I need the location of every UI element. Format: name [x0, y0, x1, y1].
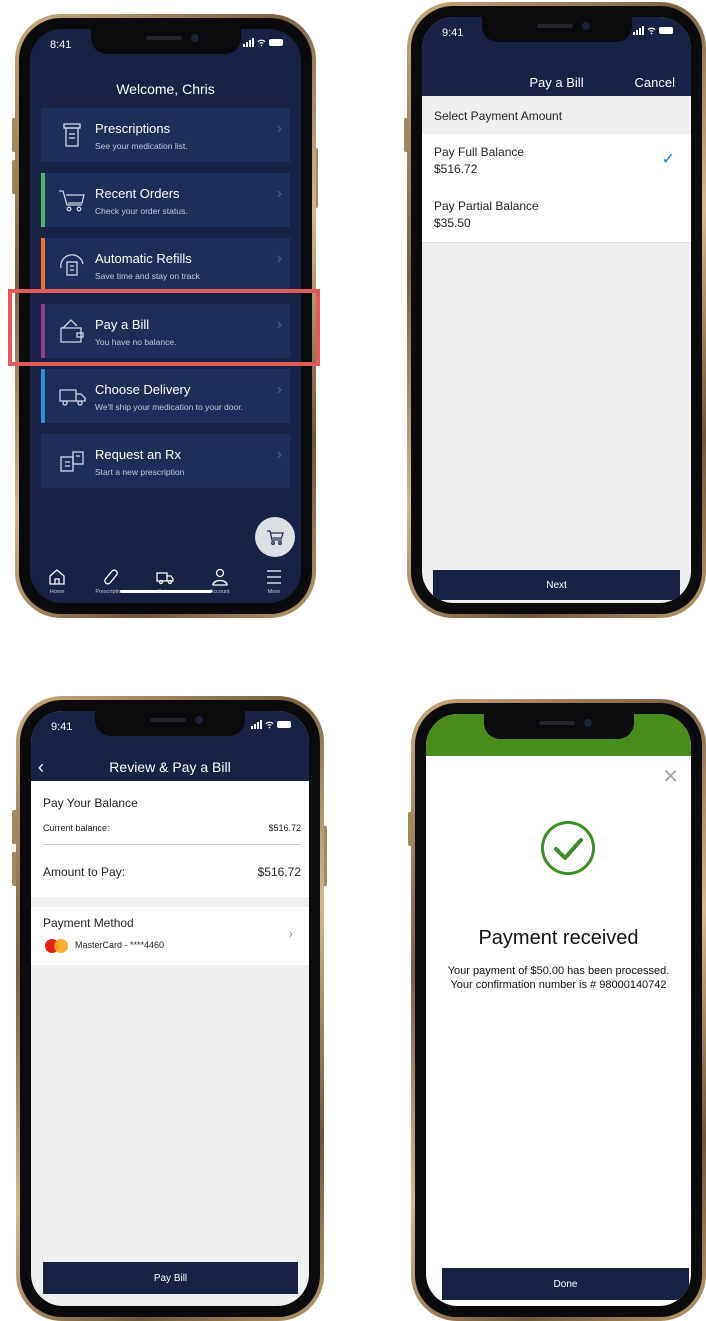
menu-item-subtitle: We'll ship your medication to your door.	[95, 402, 243, 412]
wifi-icon	[257, 39, 266, 47]
tab-home[interactable]: Home	[32, 567, 82, 603]
option-partial-balance[interactable]: Pay Partial Balance $35.50	[422, 188, 691, 243]
cart-button[interactable]	[255, 517, 295, 557]
checkmark-icon: ✓	[661, 151, 675, 168]
signal-icon	[243, 38, 254, 47]
divider	[43, 844, 301, 845]
notch	[483, 714, 634, 739]
chevron-right-icon: ›	[288, 925, 293, 941]
cart-icon	[59, 190, 85, 212]
menu-item-choose-delivery[interactable]: Choose Delivery We'll ship your medicati…	[41, 369, 290, 423]
welcome-heading: Welcome, Chris	[116, 81, 215, 97]
home-icon	[49, 569, 65, 585]
request-rx-icon	[60, 451, 84, 472]
signal-icon	[633, 26, 644, 35]
done-button[interactable]: Done	[442, 1268, 689, 1300]
prescription-bottle-icon	[63, 123, 81, 147]
tab-bar: Home Prescriptions Orders Account More	[30, 567, 301, 603]
confirmation-screen: ✕ Payment received Your payment of $50.0…	[426, 714, 691, 1306]
section-title: Payment Method	[43, 916, 134, 930]
phone-confirmation: ✕ Payment received Your payment of $50.0…	[411, 699, 706, 1321]
select-amount-screen: 9:41 Pay a Bill Cancel Select Payment Am…	[422, 17, 691, 603]
menu-item-subtitle: Check your order status.	[95, 206, 188, 216]
signal-icon	[251, 720, 262, 729]
menu-item-subtitle: Start a new prescription	[95, 467, 185, 477]
pill-icon	[104, 569, 119, 585]
delivery-truck-icon	[59, 389, 86, 406]
option-label: Pay Partial Balance	[434, 199, 539, 213]
wifi-icon	[647, 27, 656, 35]
menu-icon	[266, 570, 281, 584]
tab-label: Home	[49, 589, 65, 595]
truck-icon	[156, 572, 175, 585]
amount-to-pay-label: Amount to Pay:	[43, 865, 126, 879]
phone-select-amount: 9:41 Pay a Bill Cancel Select Payment Am…	[407, 2, 706, 618]
section-heading: Select Payment Amount	[434, 109, 563, 123]
current-balance-label: Current balance:	[43, 823, 110, 833]
battery-icon	[269, 39, 283, 46]
review-screen: 9:41 ‹ Review & Pay a Bill Pay Your Bala…	[31, 711, 309, 1306]
chevron-right-icon: ›	[276, 250, 282, 267]
phone-review: 9:41 ‹ Review & Pay a Bill Pay Your Bala…	[16, 696, 324, 1321]
menu-item-title: Automatic Refills	[95, 251, 192, 266]
option-amount: $35.50	[434, 216, 471, 230]
chevron-right-icon: ›	[276, 381, 282, 398]
tab-label: Account	[209, 589, 230, 595]
notch	[481, 17, 632, 42]
tab-account[interactable]: Account	[195, 567, 245, 603]
option-amount: $516.72	[434, 162, 478, 176]
cancel-button[interactable]: Cancel	[635, 75, 675, 90]
balance-card: Pay Your Balance Current balance: $516.7…	[31, 781, 309, 897]
battery-icon	[659, 27, 673, 34]
menu-item-subtitle: Save time and stay on track	[95, 271, 200, 281]
amount-to-pay-value: $516.72	[257, 865, 301, 879]
success-check-icon	[541, 821, 595, 875]
tab-orders[interactable]: Orders	[140, 567, 190, 603]
menu-item-subtitle: See your medication list.	[95, 141, 188, 151]
menu-item-request-rx[interactable]: Request an Rx Start a new prescription ›	[41, 434, 290, 488]
status-time: 8:41	[50, 39, 72, 51]
confirmation-message: Your payment of $50.00 has been processe…	[447, 965, 670, 991]
menu-item-title: Request an Rx	[95, 447, 181, 462]
refill-icon	[60, 254, 84, 276]
menu-item-title: Prescriptions	[95, 121, 171, 136]
payment-card-label: MasterCard - ****4460	[75, 940, 165, 950]
close-icon[interactable]: ✕	[662, 764, 679, 789]
tab-prescriptions[interactable]: Prescriptions	[86, 567, 136, 603]
next-button[interactable]: Next	[433, 570, 680, 600]
chevron-right-icon: ›	[276, 446, 282, 463]
menu-item-recent-orders[interactable]: Recent Orders Check your order status. ›	[41, 173, 290, 227]
option-full-balance[interactable]: Pay Full Balance $516.72 ✓	[422, 134, 691, 189]
page-title: Review & Pay a Bill	[109, 759, 231, 775]
notch	[95, 711, 245, 736]
menu-item-title: Choose Delivery	[95, 382, 191, 397]
battery-icon	[277, 721, 291, 728]
status-time: 9:41	[442, 27, 464, 39]
option-label: Pay Full Balance	[434, 145, 525, 159]
notch	[90, 29, 241, 54]
cart-icon	[267, 530, 284, 545]
wifi-icon	[265, 721, 274, 729]
status-time: 9:41	[51, 721, 73, 733]
mastercard-icon	[45, 939, 71, 953]
payment-method-row[interactable]: Payment Method MasterCard - ****4460 ›	[31, 907, 309, 965]
tab-label: More	[267, 589, 281, 595]
tab-more[interactable]: More	[249, 567, 299, 603]
chevron-right-icon: ›	[276, 120, 282, 137]
pay-bill-button[interactable]: Pay Bill	[43, 1262, 298, 1294]
menu-item-automatic-refills[interactable]: Automatic Refills Save time and stay on …	[41, 238, 290, 292]
menu-item-title: Recent Orders	[95, 186, 180, 201]
chevron-right-icon: ›	[276, 185, 282, 202]
confirmation-heading: Payment received	[478, 927, 639, 949]
current-balance-value: $516.72	[268, 823, 301, 833]
section-title: Pay Your Balance	[43, 796, 138, 810]
person-icon	[212, 568, 228, 586]
highlight-box	[8, 289, 320, 366]
menu-item-prescriptions[interactable]: Prescriptions See your medication list. …	[41, 108, 290, 162]
home-indicator	[119, 590, 212, 593]
